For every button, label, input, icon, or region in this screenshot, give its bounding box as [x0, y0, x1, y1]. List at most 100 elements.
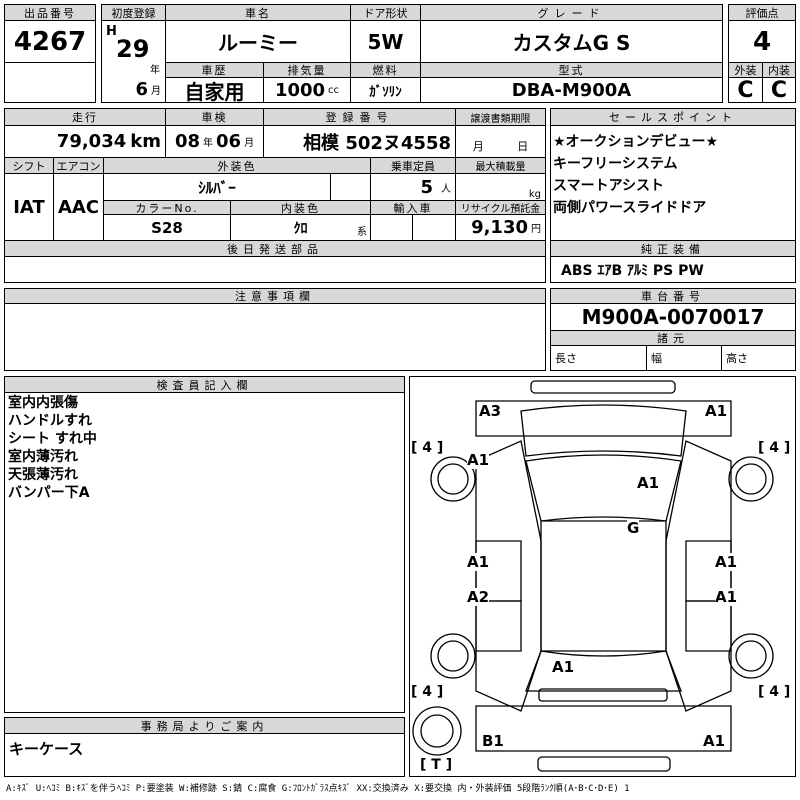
grade: カスタムG S — [420, 20, 723, 63]
equipment: ABS ｴｱB ｱﾙﾐ PS PW — [550, 256, 796, 283]
width: 幅 — [646, 345, 722, 371]
displacement: 1000 cc — [263, 77, 351, 103]
plate-number: 相模 502ヌ4558 — [263, 125, 456, 158]
insp-year: 08 — [174, 131, 200, 152]
inspector-list: 室内内張傷 ハンドルすれ シート すれ中 室内薄汚れ 天張薄汚れ バンパー下A — [8, 394, 97, 502]
doc-deadline-label: 譲渡書類期限 — [455, 108, 546, 126]
damage-mark: A1 — [552, 658, 575, 676]
damage-mark: G — [627, 519, 640, 537]
score-label: 評価点 — [728, 4, 796, 21]
notes — [4, 303, 546, 371]
height: 高さ — [721, 345, 796, 371]
damage-diagram: A3 A1 A1 A1 G A1 A1 A2 A1 A1 B1 A1 [ 4 ] [ 4 ] [ 4 ] [ … — [409, 376, 796, 777]
interior-color-unit: 系 — [357, 227, 367, 238]
score: 4 — [728, 20, 796, 63]
damage-mark: A1 — [715, 588, 738, 606]
hood — [520, 404, 687, 457]
chassis-number: M900A-0070017 — [550, 303, 796, 331]
import-label: 輸入車 — [370, 200, 456, 215]
tire-depth: [ 4 ] — [411, 684, 444, 700]
insp-month: 06 — [216, 131, 242, 152]
displacement-label: 排気量 — [263, 62, 351, 78]
interior-color: ｸﾛ 系 — [230, 214, 371, 241]
doc-month-unit: 月 — [472, 140, 484, 153]
damage-mark: A1 — [705, 402, 728, 420]
history: 自家用 — [165, 77, 264, 103]
first-reg-month: 6月 — [101, 77, 166, 103]
interior-grade: C — [762, 77, 796, 103]
year-unit: 年 — [150, 65, 160, 76]
damage-mark: A3 — [479, 402, 502, 420]
interior-color-label: 内装色 — [230, 200, 371, 215]
month-unit: 月 — [151, 86, 161, 97]
rear-bumper — [475, 705, 732, 752]
door-type: 5W — [350, 20, 421, 63]
model-label: 型式 — [420, 62, 723, 78]
interior-color-value: ｸﾛ — [293, 220, 308, 237]
length: 長さ — [550, 345, 647, 371]
color-no-label: カラーNo. — [103, 200, 231, 215]
inspector-item: 室内内張傷 — [8, 395, 78, 411]
office-note: キーケース — [4, 733, 405, 777]
color-label: 外装色 — [103, 157, 371, 174]
insp-month-unit: 月 — [244, 138, 255, 149]
chassis-label: 車台番号 — [550, 288, 796, 304]
recycle-value: 9,130 — [471, 217, 528, 238]
rear-panel — [537, 756, 671, 772]
insp-year-unit: 年 — [203, 138, 213, 149]
mileage: 79,034 km — [4, 125, 166, 158]
mileage-label: 走行 — [4, 108, 166, 126]
inspection-label: 車検 — [165, 108, 264, 126]
spec-label: 諸元 — [550, 330, 796, 346]
capacity-value: 5 — [420, 176, 433, 198]
import-cell-1 — [370, 214, 413, 241]
sales-point: 両側パワースライドドア — [553, 200, 707, 216]
roof — [540, 520, 667, 652]
inspector-item: バンパー下A — [8, 485, 90, 501]
damage-mark: A1 — [467, 451, 490, 469]
sales-label: セールスポイント — [550, 108, 796, 126]
right-rear-door — [685, 600, 732, 652]
exterior-label: 外装 — [728, 62, 763, 78]
damage-mark: A1 — [467, 553, 490, 571]
plate-label: 登録番号 — [263, 108, 456, 126]
ac-label: エアコン — [53, 157, 104, 174]
inspector-label: 検査員記入欄 — [4, 376, 405, 393]
mileage-unit: km — [130, 131, 161, 152]
capacity-unit: 人 — [441, 183, 451, 195]
doc-day-unit: 日 — [517, 140, 529, 153]
later-parts-label: 後日発送部品 — [4, 240, 546, 257]
inspection-date: 08 年 06 月 — [165, 125, 264, 158]
fuel-label: 燃料 — [350, 62, 421, 78]
front-bumper-top — [530, 380, 676, 394]
fuel: ｶﾞｿﾘﾝ — [350, 77, 421, 103]
rear-glass — [525, 650, 682, 692]
model-code: DBA-M900A — [420, 77, 723, 103]
sales-points: ★オークションデビュー★ キーフリーシステム スマートアシスト 両側パワースライ… — [550, 125, 796, 241]
later-parts — [4, 256, 546, 283]
office-label: 事務局よりご案内 — [4, 717, 405, 734]
grade-label: グレード — [420, 4, 723, 21]
color: ｼﾙﾊﾞｰ — [103, 173, 331, 201]
recycle-fee: 9,130 円 — [455, 214, 546, 241]
damage-mark: A1 — [637, 474, 660, 492]
max-load-label: 最大積載量 — [455, 157, 546, 174]
tire-depth: [ 4 ] — [411, 440, 444, 456]
sales-point: スマートアシスト — [553, 178, 665, 194]
first-reg-label: 初度登録 — [101, 4, 166, 21]
sales-point: ★オークションデビュー★ — [553, 134, 719, 150]
spare-tire-mark: [ T ] — [420, 757, 453, 773]
recycle-label: リサイクル預託金 — [455, 200, 546, 215]
exterior-grade: C — [728, 77, 763, 103]
damage-mark: A2 — [467, 588, 490, 606]
max-load: kg — [455, 173, 546, 201]
tire-depth: [ 4 ] — [758, 440, 791, 456]
damage-mark: A1 — [703, 732, 726, 750]
color-no: S28 — [103, 214, 231, 241]
color-blank — [330, 173, 371, 201]
interior-label: 内装 — [762, 62, 796, 78]
shift-label: シフト — [4, 157, 54, 174]
left-rear-door — [475, 600, 522, 652]
tire-depth: [ 4 ] — [758, 684, 791, 700]
displacement-value: 1000 — [274, 79, 326, 101]
